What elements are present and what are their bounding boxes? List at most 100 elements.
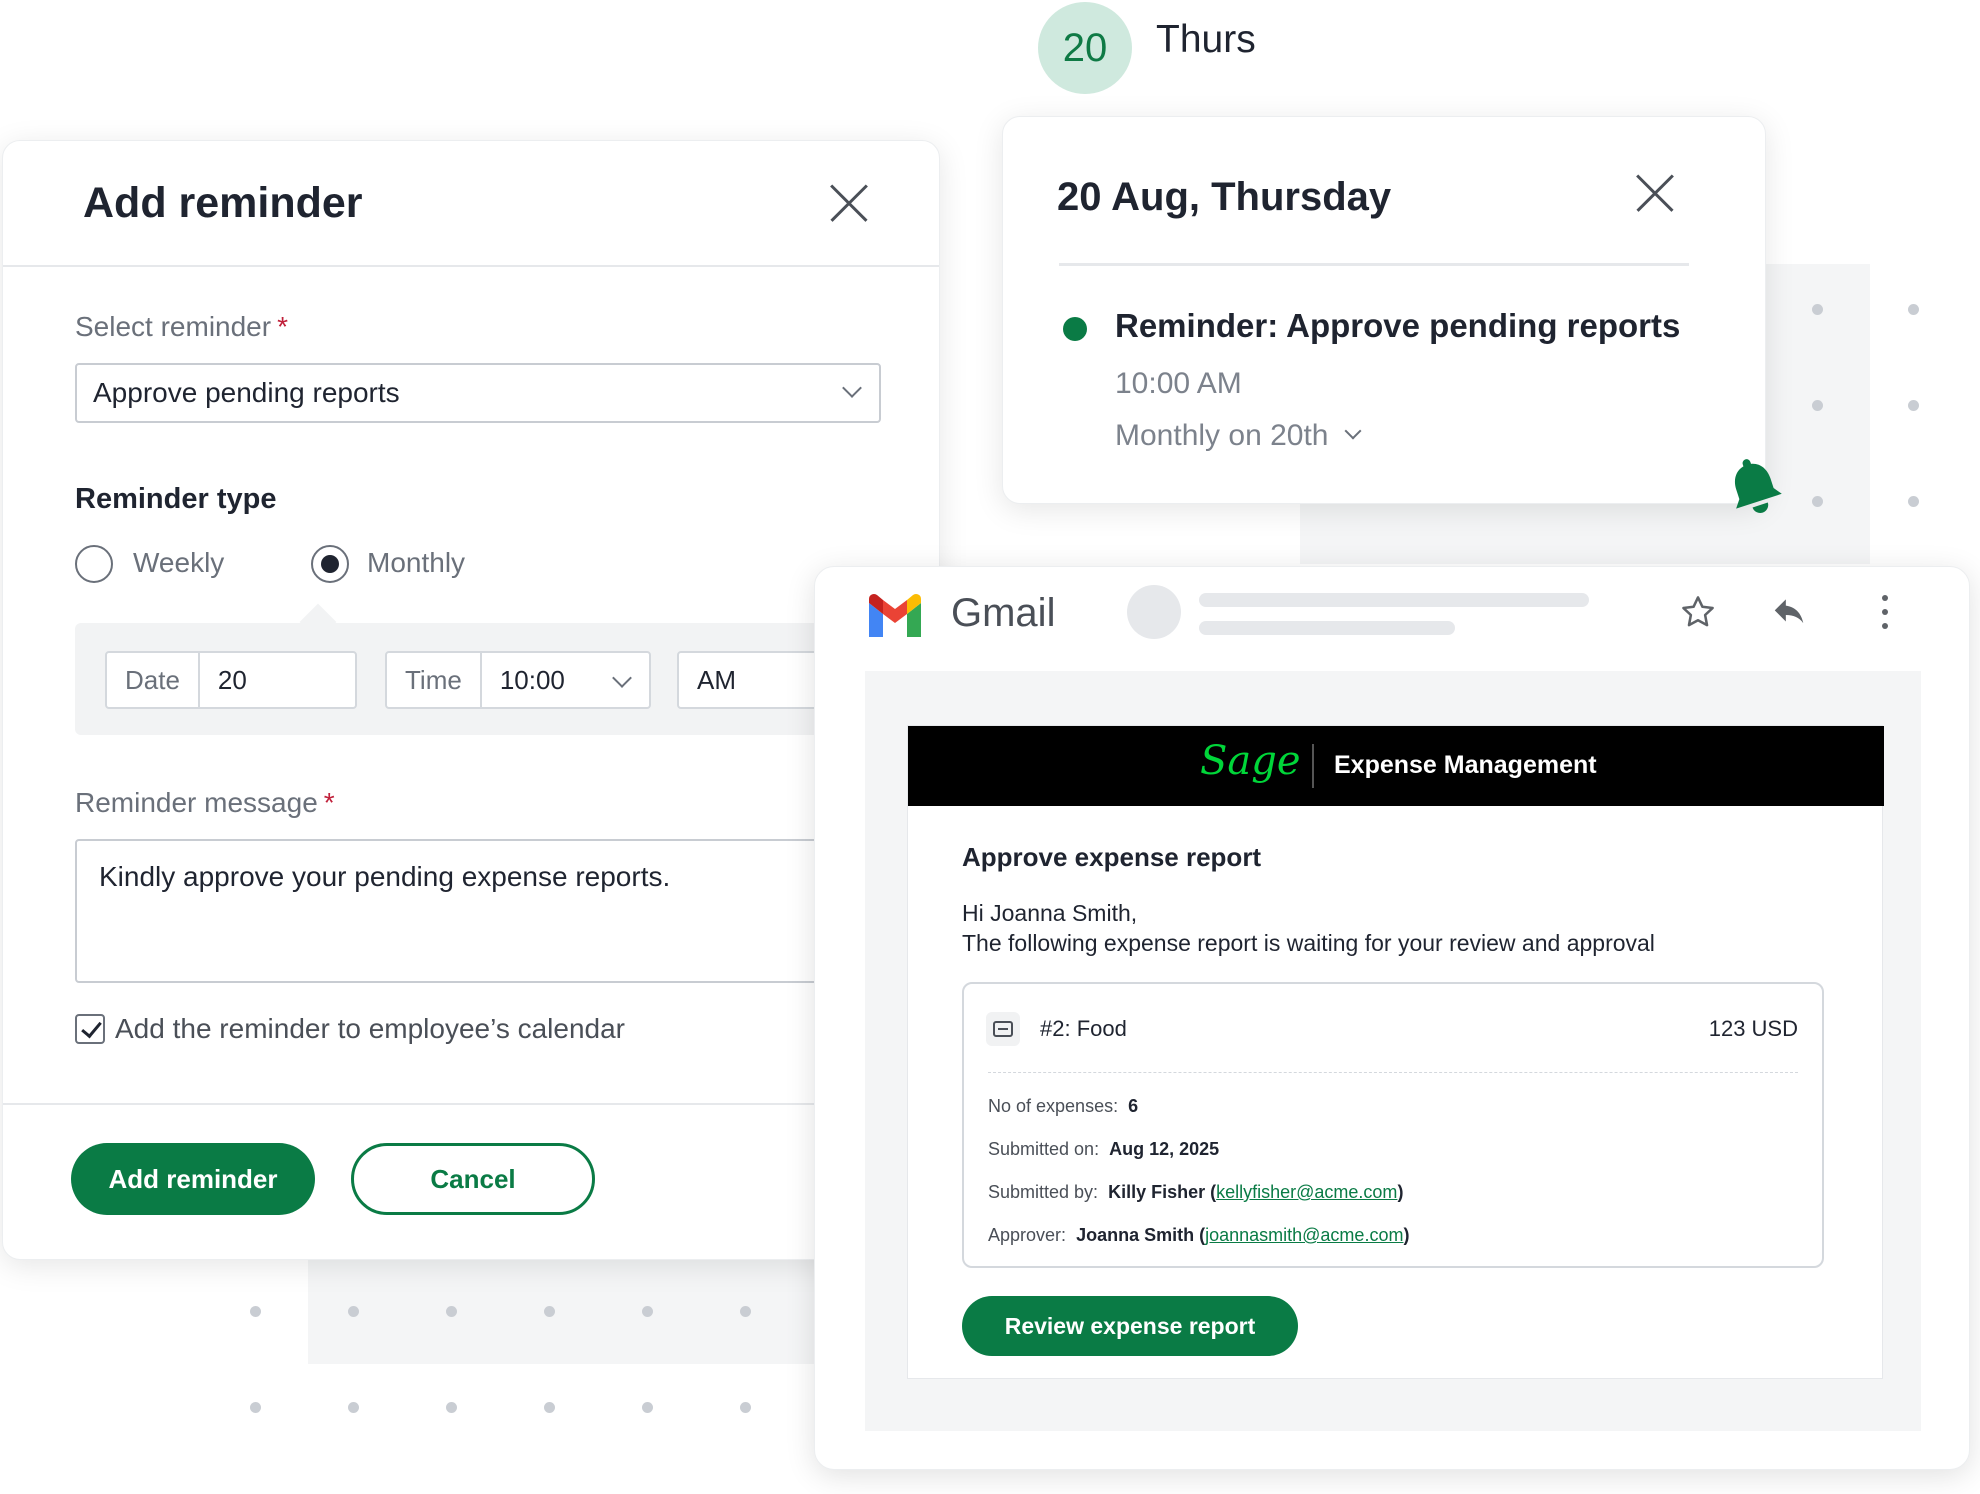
- decor-dot: [1812, 304, 1823, 315]
- chevron-down-icon: [1344, 422, 1362, 440]
- approver-label: Approver:: [988, 1225, 1067, 1245]
- expenses-count-row: No of expenses: 6: [988, 1096, 1138, 1117]
- email-card: Sage Expense Management Approve expense …: [907, 725, 1884, 1379]
- radio-weekly[interactable]: [75, 545, 113, 583]
- decor-panel-bottom-left: [308, 1250, 828, 1364]
- sage-logo: Sage: [1200, 738, 1301, 784]
- required-mark: *: [277, 311, 288, 342]
- add-reminder-modal: Add reminder Select reminder * Approve pe…: [2, 140, 941, 1260]
- report-amount: 123 USD: [1708, 1016, 1798, 1041]
- time-field[interactable]: Time 10:00: [385, 651, 651, 709]
- email-header: Sage Expense Management: [908, 726, 1884, 806]
- header-separator: [1312, 744, 1314, 788]
- time-field-label: Time: [387, 653, 482, 707]
- date-field-label: Date: [107, 653, 200, 707]
- subject-line-placeholder: [1199, 621, 1455, 635]
- event-recurrence[interactable]: Monthly on 20th: [1115, 419, 1362, 453]
- event-card-divider: [1059, 263, 1689, 266]
- gmail-app-name: Gmail: [951, 591, 1056, 635]
- decor-dot: [544, 1402, 555, 1413]
- expense-report-summary: #2: Food 123 USD No of expenses: 6 Submi…: [962, 982, 1824, 1268]
- decor-dot: [446, 1402, 457, 1413]
- approver-name: Joanna Smith: [1076, 1225, 1195, 1245]
- select-reminder-label-text: Select reminder: [75, 311, 272, 342]
- event-recurrence-label: Monthly on 20th: [1115, 419, 1329, 452]
- radio-monthly-label[interactable]: Monthly: [367, 547, 465, 579]
- reminder-type-heading: Reminder type: [75, 483, 277, 515]
- decor-dot: [446, 1306, 457, 1317]
- expenses-count-value: 6: [1128, 1096, 1139, 1116]
- email-heading: Approve expense report: [962, 842, 1262, 872]
- select-reminder-dropdown[interactable]: Approve pending reports: [75, 363, 881, 423]
- select-reminder-value: Approve pending reports: [93, 377, 400, 408]
- chevron-down-icon: [842, 378, 862, 398]
- date-badge: 20: [1038, 2, 1132, 94]
- decor-dot: [1812, 496, 1823, 507]
- email-body-text: The following expense report is waiting …: [962, 930, 1655, 956]
- modal-footer-divider: [3, 1103, 939, 1105]
- sender-avatar-placeholder: [1127, 585, 1181, 639]
- more-vertical-icon[interactable]: [1877, 593, 1893, 633]
- decor-dot: [642, 1306, 653, 1317]
- report-separator: [988, 1072, 1798, 1073]
- decor-dot: [348, 1306, 359, 1317]
- close-icon[interactable]: [1635, 173, 1675, 213]
- chevron-down-icon: [612, 668, 632, 688]
- gmail-window: Gmail Sage Expense Management Approve ex…: [814, 566, 1970, 1470]
- event-name: Reminder: Approve pending reports: [1115, 307, 1681, 344]
- cancel-button[interactable]: Cancel: [351, 1143, 595, 1215]
- reply-icon[interactable]: [1769, 593, 1809, 631]
- folder-icon: [986, 1012, 1020, 1046]
- message-label-text: Reminder message: [75, 787, 318, 818]
- decor-dot: [1908, 400, 1919, 411]
- time-field-value: 10:00: [499, 664, 565, 695]
- decor-dot: [250, 1306, 261, 1317]
- submitted-on-label: Submitted on:: [988, 1139, 1100, 1159]
- select-reminder-label: Select reminder *: [75, 311, 288, 343]
- radio-weekly-label[interactable]: Weekly: [133, 547, 224, 579]
- email-header-title: Expense Management: [1334, 751, 1597, 779]
- decor-dot: [740, 1306, 751, 1317]
- submitted-by-row: Submitted by: Killy Fisher (kellyfisher@…: [988, 1182, 1404, 1202]
- add-to-calendar-checkbox[interactable]: [75, 1014, 105, 1044]
- ampm-value: AM: [697, 664, 736, 695]
- approver-row: Approver: Joanna Smith (joannasmith@acme…: [988, 1225, 1410, 1245]
- email-greeting: Hi Joanna Smith,: [962, 900, 1138, 926]
- decor-dot: [1908, 496, 1919, 507]
- submitted-by-name: Killy Fisher: [1108, 1182, 1206, 1202]
- date-field[interactable]: Date 20: [105, 651, 357, 709]
- submitted-on-row: Submitted on: Aug 12, 2025: [988, 1139, 1219, 1160]
- decor-dot: [1908, 304, 1919, 315]
- report-name: #2: Food: [1040, 1016, 1127, 1041]
- approver-email-link[interactable]: joannasmith@acme.com: [1205, 1225, 1403, 1245]
- required-mark: *: [323, 787, 335, 818]
- decor-dot: [250, 1402, 261, 1413]
- review-expense-report-button[interactable]: Review expense report: [962, 1296, 1298, 1356]
- decor-dot: [642, 1402, 653, 1413]
- star-icon[interactable]: [1679, 593, 1717, 631]
- message-label: Reminder message *: [75, 787, 335, 819]
- date-badge-number: 20: [1062, 25, 1108, 70]
- date-badge-day: Thurs: [1156, 18, 1256, 61]
- date-field-value: 20: [217, 664, 247, 695]
- add-to-calendar-label[interactable]: Add the reminder to employee’s calendar: [115, 1013, 625, 1045]
- event-card-title: 20 Aug, Thursday: [1057, 175, 1392, 219]
- modal-title: Add reminder: [83, 179, 363, 227]
- modal-header-divider: [3, 265, 939, 267]
- close-icon[interactable]: [829, 183, 869, 223]
- decor-dot: [740, 1402, 751, 1413]
- add-reminder-button[interactable]: Add reminder: [71, 1143, 315, 1215]
- bell-icon: [1734, 459, 1782, 513]
- event-time: 10:00 AM: [1115, 367, 1242, 400]
- radio-monthly[interactable]: [311, 545, 349, 583]
- decor-dot: [1812, 400, 1823, 411]
- reminder-message-textarea[interactable]: Kindly approve your pending expense repo…: [75, 839, 941, 983]
- submitted-on-value: Aug 12, 2025: [1109, 1139, 1220, 1159]
- sender-line-placeholder: [1199, 593, 1589, 607]
- schedule-options-panel: Date 20 Time 10:00 AM: [75, 623, 941, 735]
- gmail-logo-icon: [869, 594, 921, 637]
- decor-dot: [544, 1306, 555, 1317]
- calendar-event-card: 20 Aug, Thursday Reminder: Approve pendi…: [1002, 116, 1766, 504]
- submitted-by-email-link[interactable]: kellyfisher@acme.com: [1216, 1182, 1397, 1202]
- expenses-count-label: No of expenses:: [988, 1096, 1119, 1116]
